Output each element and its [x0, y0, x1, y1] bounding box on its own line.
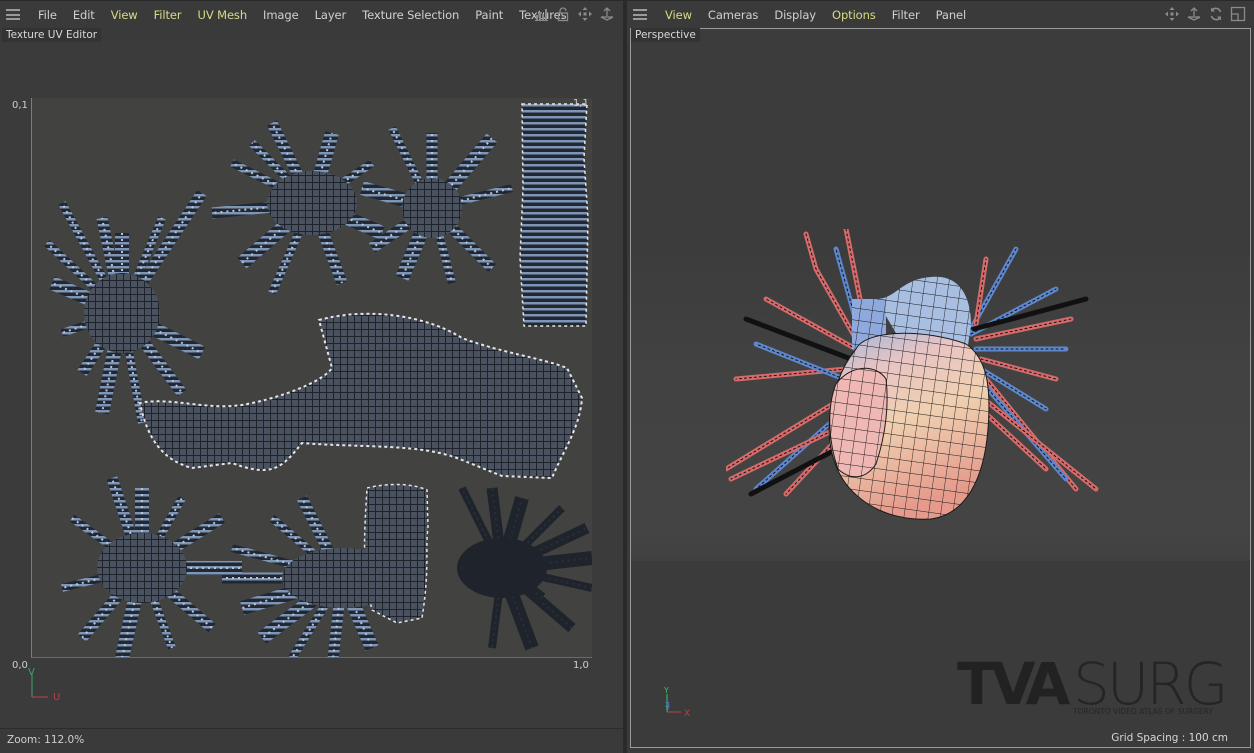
layout-icon[interactable]	[1230, 6, 1246, 22]
uv-status-bar: Zoom: 112.0%	[0, 728, 623, 753]
menu-options[interactable]: Options	[824, 8, 884, 22]
view-title-perspective: Perspective	[631, 28, 700, 42]
uv-editor-panel: File Edit View Filter UV Mesh Image Laye…	[0, 0, 623, 753]
u-axis-line	[31, 657, 592, 658]
uv-island-ventricle[interactable]	[138, 312, 584, 480]
heart-model[interactable]	[726, 229, 1106, 549]
uv-hub	[282, 548, 402, 608]
uv-hub	[267, 171, 357, 235]
uv-hub	[402, 178, 462, 238]
app-window: File Edit View Filter UV Mesh Image Laye…	[0, 0, 1254, 753]
gizmo-u-label: U	[53, 692, 60, 703]
menu-display[interactable]: Display	[766, 8, 824, 22]
menu-view[interactable]: View	[657, 8, 700, 22]
axis-y-label: Y	[663, 686, 669, 695]
menu-file[interactable]: File	[30, 8, 65, 22]
tick-top-right: 1,1	[573, 98, 589, 109]
menu-filter[interactable]: Filter	[146, 8, 190, 22]
uv-hub	[97, 533, 187, 603]
uv-hub	[84, 273, 160, 353]
tick-top-left: 0,1	[12, 100, 28, 111]
menu-edit[interactable]: Edit	[65, 8, 103, 22]
menu-image[interactable]: Image	[255, 8, 307, 22]
zoom-level-readout: Zoom: 112.0%	[7, 734, 85, 746]
rotate-icon[interactable]	[1208, 6, 1224, 22]
menu-panel[interactable]: Panel	[928, 8, 975, 22]
gizmo-v-label: V	[28, 667, 35, 678]
viewport-menubar: View Cameras Display Options Filter Pane…	[627, 0, 1254, 28]
uv-islands[interactable]	[32, 98, 592, 657]
uv-editor-menubar: File Edit View Filter UV Mesh Image Laye…	[0, 0, 623, 28]
uv-island-vessel-tube[interactable]	[519, 103, 589, 327]
axis-z-label: Z	[665, 701, 670, 709]
hamburger-menu-icon[interactable]	[633, 9, 647, 20]
menu-layer[interactable]: Layer	[307, 8, 355, 22]
watermark-subtitle: TORONTO VIDEO ATLAS OF SURGERY	[1072, 707, 1213, 716]
uv-hub	[457, 538, 547, 598]
scale-icon[interactable]	[1186, 6, 1202, 22]
scale-icon[interactable]	[599, 6, 615, 22]
viewport-panel: View Cameras Display Options Filter Pane…	[627, 0, 1254, 753]
menu-paint[interactable]: Paint	[467, 8, 511, 22]
world-axis-gizmo: Y Z X	[663, 686, 690, 719]
menu-texture-selection[interactable]: Texture Selection	[354, 8, 467, 22]
histogram-icon[interactable]	[533, 6, 549, 22]
grid-spacing-readout: Grid Spacing : 100 cm	[1111, 732, 1228, 744]
axis-x-label: X	[684, 709, 690, 719]
tvasurg-watermark-logo: TVA SURG TORONTO VIDEO ATLAS OF SURGERY	[957, 654, 1229, 716]
menu-view[interactable]: View	[103, 8, 146, 22]
uv-axis-gizmo: V U	[28, 667, 60, 703]
watermark-bold-text: TVA	[957, 654, 1071, 716]
vessel-wireframe	[983, 398, 1097, 490]
perspective-viewport[interactable]: Y Z X TVA SURG TORONTO VIDEO ATLAS OF SU…	[630, 28, 1251, 748]
menu-cameras[interactable]: Cameras	[700, 8, 766, 22]
move-icon[interactable]	[1164, 6, 1180, 22]
hamburger-menu-icon[interactable]	[6, 9, 20, 20]
tick-bottom-right: 1,0	[573, 660, 589, 671]
lock-icon[interactable]	[555, 6, 571, 22]
v-axis-line	[31, 98, 32, 658]
view-title-texture-uv-editor: Texture UV Editor	[2, 28, 102, 42]
move-icon[interactable]	[577, 6, 593, 22]
menu-uv-mesh[interactable]: UV Mesh	[190, 8, 256, 22]
menu-filter[interactable]: Filter	[884, 8, 928, 22]
